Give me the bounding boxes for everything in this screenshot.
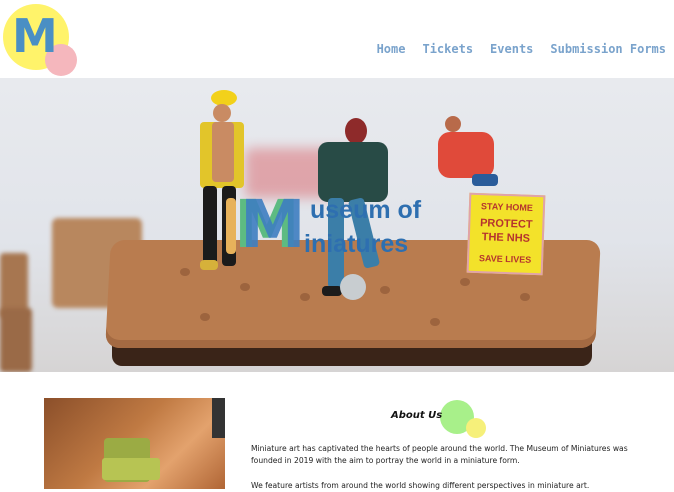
nav-home[interactable]: Home (377, 42, 406, 56)
biscuit-hole (240, 283, 250, 291)
about-paragraph: Miniature art has captivated the hearts … (251, 444, 628, 465)
hero-banner: STAY HOME PROTECT THE NHS SAVE LIVES M M… (0, 78, 674, 372)
biscuit-hole (460, 278, 470, 286)
hero-title-line1: useum of (310, 196, 422, 224)
biscuit-hole (200, 313, 210, 321)
miniature-object (212, 398, 225, 438)
worker-leg (203, 186, 217, 266)
about-paragraph: We feature artists from around the world… (251, 481, 590, 490)
about-yellow-circle (466, 418, 486, 438)
hero-title-line2: iniatures (304, 230, 409, 258)
hero-biscuit-edge (0, 308, 32, 372)
biscuit-hole (380, 286, 390, 294)
nav-submission-forms[interactable]: Submission Forms (550, 42, 666, 56)
worker-head (345, 118, 367, 144)
sign-line: SAVE LIVES (478, 253, 532, 265)
about-image (44, 398, 225, 489)
logo-letter: M (12, 9, 58, 63)
biscuit-hole (300, 293, 310, 301)
hero-title-letter-shadow: M (240, 186, 306, 263)
nav-events[interactable]: Events (490, 42, 533, 56)
site-header: M Home Tickets Events Submission Forms (0, 0, 674, 78)
worker-head (213, 104, 231, 122)
sign-line: THE NHS (481, 231, 531, 245)
biscuit-hole (430, 318, 440, 326)
worker-boot (322, 286, 342, 296)
biscuit-hole (520, 293, 530, 301)
worker-torso (212, 122, 234, 182)
biscuit-hole (180, 268, 190, 276)
nav-tickets[interactable]: Tickets (422, 42, 473, 56)
main-nav: Home Tickets Events Submission Forms (377, 42, 666, 56)
worker-head (445, 116, 461, 132)
shovel-blade (340, 274, 366, 300)
sign-line: PROTECT (479, 217, 533, 231)
hero-title: M M useum of iniatures (234, 190, 454, 270)
about-heading: About Us (391, 410, 443, 421)
worker-pants (472, 174, 498, 186)
site-logo[interactable]: M (3, 4, 77, 76)
sign-line: STAY HOME (480, 201, 534, 213)
protect-nhs-sign: STAY HOME PROTECT THE NHS SAVE LIVES (466, 192, 546, 276)
worker-boot (200, 260, 218, 270)
miniature-chair-seat (102, 458, 160, 480)
worker-shirt (438, 132, 494, 178)
